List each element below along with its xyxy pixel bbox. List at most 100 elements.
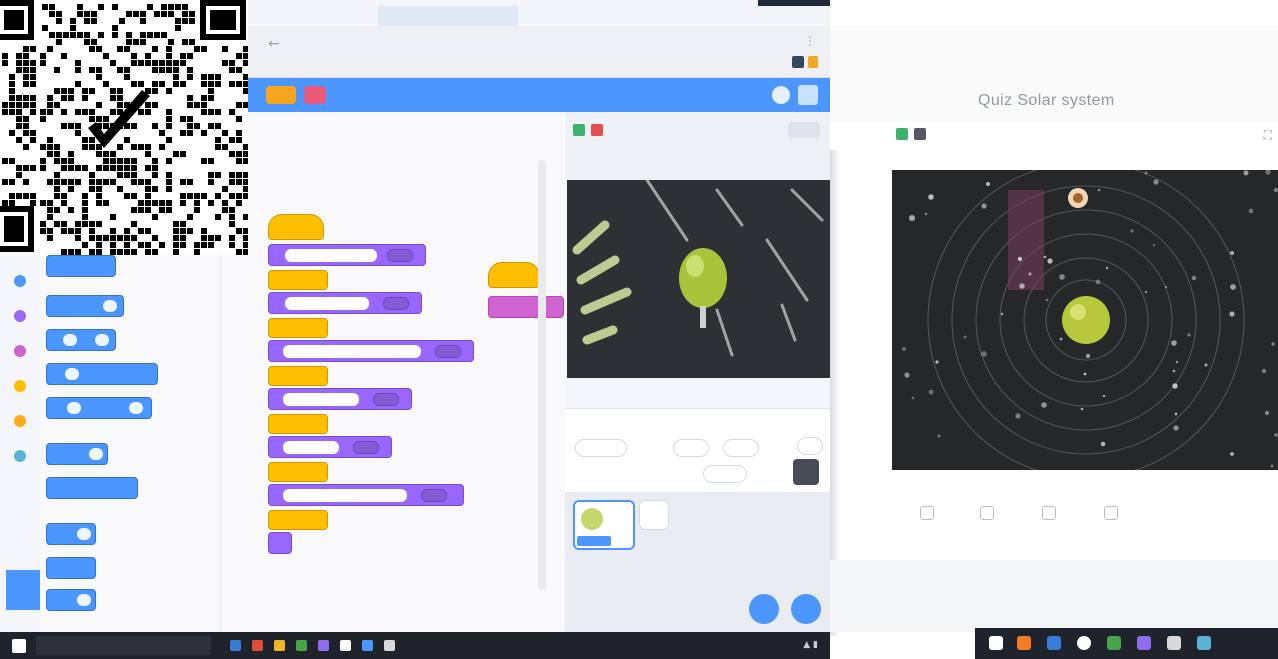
workspace-scrollbar[interactable] (538, 160, 546, 590)
stage-size-toggle[interactable] (788, 122, 820, 138)
taskbar-app-icon[interactable] (384, 640, 395, 651)
palette-block[interactable] (46, 255, 116, 277)
player-window: Quiz Solar system ⛶ (830, 0, 1278, 659)
event-block[interactable] (268, 318, 328, 338)
sound-block[interactable] (488, 296, 564, 318)
category-motion-icon[interactable] (14, 275, 26, 287)
taskbar-app-icon[interactable] (230, 640, 241, 651)
palette-block[interactable] (46, 363, 158, 385)
taskbar-app-icon[interactable] (1107, 636, 1121, 650)
active-tab[interactable] (378, 6, 518, 26)
project-header: Quiz Solar system (830, 26, 1278, 122)
costume-thumbnail[interactable] (793, 459, 819, 485)
control-button[interactable] (1104, 506, 1118, 520)
taskbar: ▲ ▮ (0, 632, 830, 659)
share-icon[interactable] (772, 86, 790, 104)
category-looks-icon[interactable] (14, 310, 26, 322)
say-block[interactable] (268, 484, 464, 506)
browser-tab-strip (248, 0, 830, 26)
start-icon[interactable] (12, 639, 26, 653)
when-flag-clicked-block[interactable] (268, 214, 324, 240)
back-arrow-icon[interactable]: ← (268, 36, 280, 52)
taskbar-app-icon[interactable] (340, 640, 351, 651)
more-dots-icon[interactable]: ⋮ (804, 34, 816, 48)
palette-block[interactable] (46, 477, 138, 499)
palette-block[interactable] (46, 295, 124, 317)
palette-block[interactable] (46, 523, 96, 545)
scratch-logo-icon[interactable] (266, 86, 296, 104)
add-sprite-button[interactable] (749, 594, 779, 624)
say-block[interactable] (268, 340, 474, 362)
stage-scene (567, 180, 830, 378)
taskbar-app-icon[interactable] (318, 640, 329, 651)
green-flag-icon[interactable] (896, 128, 908, 140)
qr-code-image (0, 0, 248, 255)
say-block[interactable] (268, 436, 392, 458)
sprite-tile[interactable] (573, 500, 635, 550)
control-button[interactable] (1042, 506, 1056, 520)
project-footer (830, 560, 1278, 632)
say-block[interactable] (268, 292, 422, 314)
palette-block[interactable] (46, 397, 152, 419)
palette-block[interactable] (46, 557, 96, 579)
taskbar-app-icon[interactable] (296, 640, 307, 651)
event-block[interactable] (268, 510, 328, 530)
green-flag-icon[interactable] (573, 124, 585, 136)
control-button[interactable] (920, 506, 934, 520)
taskbar-app-icon[interactable] (1017, 636, 1031, 650)
block-palette (40, 255, 220, 635)
stop-icon[interactable] (591, 124, 603, 136)
event-block[interactable] (268, 270, 328, 290)
when-flag-clicked-block[interactable] (488, 262, 540, 288)
project-title: Quiz Solar system (978, 92, 1115, 109)
taskbar (975, 628, 1278, 659)
sprite-list (565, 492, 830, 632)
y-field[interactable] (723, 439, 759, 457)
sprite-name-field[interactable] (575, 439, 627, 457)
taskbar-app-icon[interactable] (1047, 636, 1061, 650)
palette-block[interactable] (46, 329, 116, 351)
palette-block[interactable] (46, 443, 108, 465)
taskbar-app-icon[interactable] (1167, 636, 1181, 650)
player-stage[interactable] (892, 170, 1278, 470)
event-block[interactable] (268, 462, 328, 482)
palette-block[interactable] (46, 589, 96, 611)
stage-header (565, 112, 830, 180)
account-icon[interactable] (798, 85, 818, 105)
window-top-edge (758, 0, 830, 6)
taskbar-app-icon[interactable] (1077, 636, 1091, 650)
event-block[interactable] (268, 414, 328, 434)
stop-icon[interactable] (914, 128, 926, 140)
category-events-icon[interactable] (14, 380, 26, 392)
say-block[interactable] (268, 244, 426, 266)
taskbar-app-icon[interactable] (252, 640, 263, 651)
sprite-tile[interactable] (639, 500, 669, 530)
category-control-icon[interactable] (14, 415, 26, 427)
x-field[interactable] (673, 439, 709, 457)
direction-field[interactable] (797, 437, 823, 455)
extension-icon[interactable] (792, 56, 804, 68)
event-block[interactable] (268, 366, 328, 386)
category-sound-icon[interactable] (14, 345, 26, 357)
taskbar-search[interactable] (36, 636, 211, 655)
size-field[interactable] (703, 465, 747, 483)
file-menu-icon[interactable] (304, 86, 326, 104)
system-tray[interactable]: ▲ ▮ (803, 640, 818, 650)
solar-system-scene (892, 170, 1278, 470)
taskbar-app-icon[interactable] (1197, 636, 1211, 650)
editor-menubar (248, 78, 830, 112)
stage-canvas[interactable] (567, 180, 830, 378)
taskbar-app-icon[interactable] (1137, 636, 1151, 650)
say-block[interactable] (268, 388, 412, 410)
extension-icon-2[interactable] (808, 56, 818, 68)
taskbar-app-icon[interactable] (989, 636, 1003, 650)
fullscreen-icon[interactable]: ⛶ (1264, 128, 1272, 143)
category-sensing-icon[interactable] (14, 450, 26, 462)
end-cap-block[interactable] (268, 532, 292, 554)
control-button[interactable] (980, 506, 994, 520)
extension-button[interactable] (6, 570, 40, 610)
taskbar-app-icon[interactable] (274, 640, 285, 651)
add-backdrop-button[interactable] (791, 594, 821, 624)
taskbar-app-icon[interactable] (362, 640, 373, 651)
qr-code (0, 0, 248, 255)
